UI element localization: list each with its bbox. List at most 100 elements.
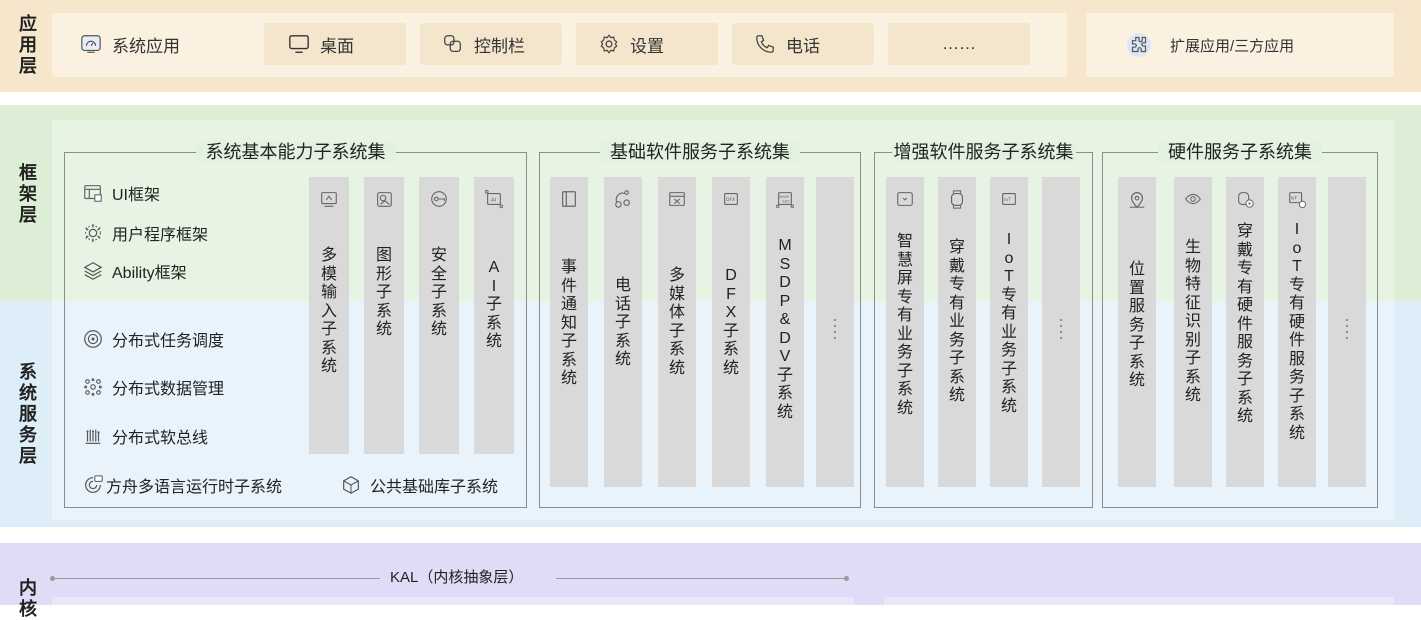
kal-line-right (556, 578, 846, 579)
subsystem-column: MSDP &DV M S D P & D V 子系统 (766, 177, 804, 487)
app-desktop[interactable]: 桌面 (264, 23, 406, 65)
svg-text:IoT: IoT (1004, 197, 1011, 203)
kal-line-end (844, 576, 849, 581)
security-icon (431, 191, 447, 207)
more-ellipsis (1345, 319, 1349, 343)
app-more[interactable]: …… (888, 23, 1030, 65)
phone-icon (756, 35, 774, 53)
layer-label-kernel: 内核 (19, 578, 37, 619)
distributed-softbus-icon (85, 429, 101, 444)
subsystem-column: 生物特征识别子系统 (1174, 177, 1212, 487)
subsystem-column: AI A I 子系统 (474, 177, 514, 454)
subsystem-column: 电话子系统 (604, 177, 642, 487)
telephony-icon (615, 190, 630, 208)
ai-icon: AI (484, 189, 504, 209)
group-title: 增强软件服务子系统集 (891, 142, 1076, 162)
subsystem-label: 生物特征识别子系统 (1184, 239, 1201, 404)
subsystem-label: 安全子系统 (430, 247, 447, 338)
app-settings[interactable]: 设置 (576, 23, 718, 65)
layer-label-system: 系统服务层 (19, 362, 37, 466)
group-title: 基础软件服务子系统集 (540, 140, 860, 164)
graphics-icon (377, 192, 392, 207)
msdp-icon: MSDP&DV (776, 192, 795, 209)
ui-framework-icon (84, 185, 102, 202)
wearable-hardware-icon (1238, 192, 1254, 208)
kal-line-left (54, 578, 380, 579)
iot-hardware-icon: IoT (1289, 192, 1307, 209)
svg-text:IoT: IoT (1291, 195, 1298, 200)
subsystem-label: 多模输入子系统 (320, 247, 337, 375)
ability-framework-icon (83, 262, 103, 280)
distributed-task-icon (84, 330, 102, 348)
svg-text:AI: AI (491, 197, 497, 203)
user-program-framework-icon (85, 223, 101, 243)
feature-distributed-task: 分布式任务调度 (82, 326, 224, 352)
app-system-app[interactable]: 系统应用 (76, 23, 246, 65)
feature-label: Ability框架 (112, 265, 187, 282)
app-item-label: …… (942, 34, 976, 53)
app-item-label: 桌面 (320, 36, 354, 56)
footer-label: 公共基础库子系统 (370, 479, 499, 496)
subsystem-label: 事件通知子系统 (560, 259, 577, 387)
subsystem-column: 图形子系统 (364, 177, 404, 454)
system-app-icon (81, 35, 101, 53)
settings-gear-icon (600, 34, 618, 54)
subsystem-column: 安全子系统 (419, 177, 459, 454)
app-phone[interactable]: 电话 (732, 23, 874, 65)
subsystem-column: 穿戴专有硬件服务子系统 (1226, 177, 1264, 487)
subsystem-label: 穿戴专有硬件服务子系统 (1236, 223, 1253, 425)
subsystem-label: IoT专有硬件服务子系统 (1288, 221, 1305, 442)
subsystem-label: 图形子系统 (375, 247, 392, 338)
subsystem-column (1042, 177, 1080, 487)
desktop-icon (289, 35, 309, 53)
subsystem-column: 多媒体子系统 (658, 177, 696, 487)
more-ellipsis (1059, 319, 1063, 343)
more-ellipsis (833, 319, 837, 343)
subsystem-column: IoT Io T 专有业务子系统 (990, 177, 1028, 487)
distributed-data-icon (84, 378, 102, 396)
app-item-label: 电话 (786, 36, 820, 56)
feature-user-program-framework: 用户程序框架 (82, 220, 208, 246)
feature-label: 分布式软总线 (112, 430, 209, 447)
subsystem-label: DFX子系统 (722, 267, 739, 377)
feature-label: UI框架 (112, 187, 161, 204)
subsystem-column: 智慧屏专有业务子系统 (886, 177, 924, 487)
dfx-icon: DFX (724, 193, 738, 205)
subsystem-label: 位置服务子系统 (1128, 261, 1145, 389)
subsystem-label: 穿戴专有业务子系统 (948, 239, 965, 404)
subsystem-column: 穿戴专有业务子系统 (938, 177, 976, 487)
multimedia-icon (669, 192, 685, 206)
subsystem-column: 位置服务子系统 (1118, 177, 1156, 487)
app-control-bar[interactable]: 控制栏 (420, 23, 562, 65)
ark-runtime-icon (85, 475, 103, 493)
app-item-label: 设置 (630, 36, 664, 56)
group-title: 硬件服务子系统集 (1103, 140, 1377, 164)
kernel-panel-left (52, 597, 854, 605)
iot-icon: IoT (1002, 193, 1016, 205)
group-title: 系统基本能力子系统集 (65, 140, 526, 164)
footer-ark-runtime: 方舟多语言运行时子系统 (82, 472, 282, 498)
subsystem-column: 多模输入子系统 (309, 177, 349, 454)
subsystem-column (816, 177, 854, 487)
subsystem-column: IoT Io T 专有硬件服务子系统 (1278, 177, 1316, 487)
smart-screen-icon (897, 192, 913, 206)
extended-app-item[interactable]: 扩展应用/三方应用 (1126, 24, 1366, 66)
app-item-label: 系统应用 (112, 36, 180, 56)
feature-label: 分布式数据管理 (112, 381, 225, 398)
extended-app-icon (1127, 33, 1151, 57)
svg-text:&DV: &DV (782, 200, 790, 204)
subsystem-column: 事件通知子系统 (550, 177, 588, 487)
layer-label-framework: 框架层 (19, 163, 37, 225)
app-item-label: 控制栏 (474, 36, 525, 56)
footer-common-library: 公共基础库子系统 (340, 472, 498, 498)
footer-label: 方舟多语言运行时子系统 (106, 479, 283, 496)
extended-app-label: 扩展应用/三方应用 (1170, 37, 1295, 55)
svg-text:MSDP: MSDP (780, 195, 789, 199)
feature-label: 用户程序框架 (112, 227, 209, 244)
wearable-icon (950, 190, 964, 209)
subsystem-label: AI子系统 (485, 259, 502, 350)
subsystem-column (1328, 177, 1366, 487)
layer-label-app: 应用层 (19, 14, 37, 76)
feature-ability-framework: Ability框架 (82, 258, 187, 284)
feature-distributed-data: 分布式数据管理 (82, 374, 224, 400)
